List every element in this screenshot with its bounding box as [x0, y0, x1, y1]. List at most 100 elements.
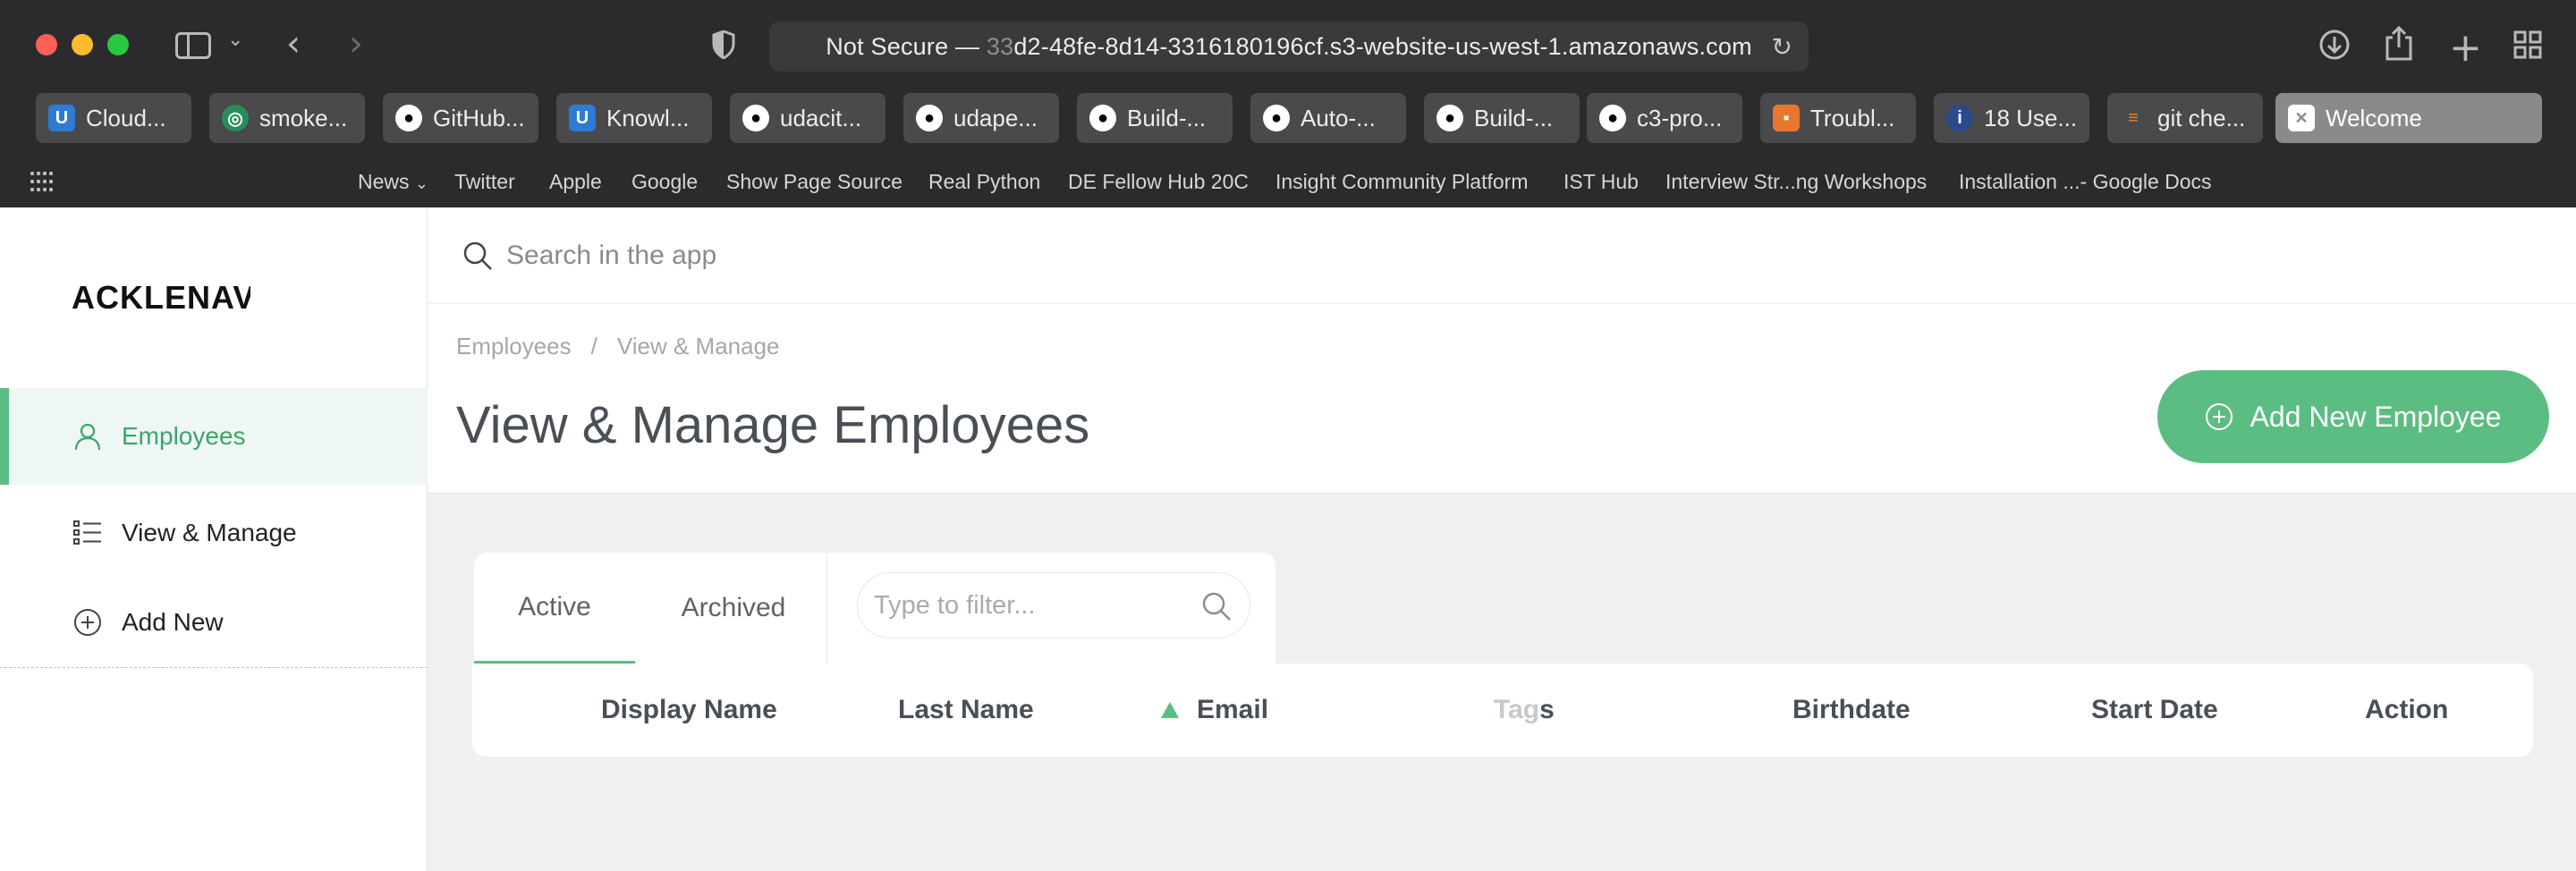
browser-tab[interactable]: ● Build-... — [1424, 93, 1580, 143]
plus-circle-icon — [73, 608, 102, 637]
tab-label: smoke... — [259, 104, 348, 131]
browser-tab[interactable]: ▪ Troubl... — [1760, 93, 1916, 143]
app-search-input[interactable] — [506, 240, 1222, 271]
filter-input[interactable] — [874, 590, 1169, 621]
sidebar-item-view-manage[interactable]: View & Manage — [0, 485, 428, 581]
browser-tab[interactable]: ● udacit... — [730, 93, 886, 143]
column-display-name[interactable]: Display Name — [601, 664, 777, 757]
not-secure-label: Not Secure — — [826, 32, 987, 60]
employee-status-tabs: Active Archived — [474, 553, 1275, 664]
tab-label: udape... — [953, 104, 1038, 131]
breadcrumb-current: View & Manage — [616, 333, 780, 359]
browser-tab[interactable]: ≡ git che... — [2107, 93, 2263, 143]
list-icon — [73, 519, 102, 547]
github-icon: ● — [742, 105, 769, 131]
sidebar-item-add-new[interactable]: Add New — [0, 574, 428, 671]
share-icon[interactable] — [2385, 25, 2413, 61]
reload-icon[interactable]: ↻ — [1772, 32, 1792, 62]
back-icon[interactable]: ‹ — [286, 23, 301, 64]
bookmark-show-page-source[interactable]: Show Page Source — [726, 170, 902, 194]
page-header: Employees / View & Manage View & Manage Em… — [428, 304, 2576, 494]
smoke-icon: ◎ — [222, 105, 249, 131]
tab-label: udacit... — [780, 104, 862, 131]
browser-tab[interactable]: ● udape... — [903, 93, 1059, 143]
column-start-date[interactable]: Start Date — [2091, 664, 2218, 757]
forward-icon[interactable]: › — [349, 23, 363, 64]
add-new-employee-button[interactable]: Add New Employee — [2157, 370, 2549, 463]
close-window-button[interactable] — [36, 34, 57, 55]
sidebar-item-employees[interactable]: Employees — [0, 388, 428, 485]
sort-ascending-icon — [1161, 702, 1179, 718]
github-icon: ● — [916, 105, 943, 131]
app-root: ACKLENAV Employees View & Manage Add New — [0, 207, 2576, 871]
github-icon: ● — [1089, 105, 1116, 131]
breadcrumb-separator: / — [590, 333, 597, 359]
search-icon — [462, 240, 494, 272]
tab-overview-icon[interactable] — [2513, 30, 2542, 59]
browser-tab[interactable]: ● Build-... — [1077, 93, 1233, 143]
employees-table-header: Display Name Last Name Email Tag s Birthd… — [472, 664, 2533, 757]
browser-tab[interactable]: ◎ smoke... — [209, 93, 365, 143]
tab-label: Auto-... — [1301, 104, 1376, 131]
company-logo[interactable]: ACKLENAV — [72, 279, 250, 317]
privacy-shield-icon[interactable] — [712, 30, 735, 59]
udacity-icon: U — [48, 105, 75, 131]
tab-label: 18 Use... — [1984, 104, 2078, 131]
bookmark-news[interactable]: News ⌄ — [358, 170, 428, 194]
github-icon: ● — [1263, 105, 1290, 131]
sidebar-divider — [0, 667, 428, 668]
bookmark-insight-community[interactable]: Insight Community Platform — [1275, 170, 1528, 194]
tab-label: Build-... — [1127, 104, 1207, 131]
minimize-window-button[interactable] — [72, 34, 93, 55]
page-title: View & Manage Employees — [456, 396, 1090, 454]
tab-archived[interactable]: Archived — [653, 553, 814, 664]
github-icon: ● — [1436, 105, 1463, 131]
tab-label: Build-... — [1474, 104, 1554, 131]
browser-tab[interactable]: U Cloud... — [36, 93, 191, 143]
apps-grid-icon[interactable] — [30, 172, 53, 193]
bookmark-real-python[interactable]: Real Python — [928, 170, 1040, 194]
bookmark-twitter[interactable]: Twitter — [454, 170, 515, 194]
browser-tab[interactable]: ● c3-pro... — [1587, 93, 1742, 143]
tab-label: GitHub... — [433, 104, 525, 131]
browser-tab[interactable]: ● Auto-... — [1250, 93, 1406, 143]
column-tags-faded: Tag — [1494, 695, 1540, 724]
bookmark-installation-docs[interactable]: Installation ...- Google Docs — [1959, 170, 2212, 194]
column-tags[interactable]: Tag s — [1494, 664, 1555, 757]
browser-tab[interactable]: ● GitHub... — [383, 93, 538, 143]
browser-tab[interactable]: i 18 Use... — [1934, 93, 2089, 143]
column-email-label: Email — [1197, 695, 1269, 724]
browser-tab[interactable]: U Knowl... — [556, 93, 712, 143]
bookmark-google[interactable]: Google — [631, 170, 698, 194]
browser-tab-active[interactable]: ✕ Welcome — [2275, 93, 2542, 143]
downloads-icon[interactable] — [2318, 29, 2351, 61]
filter-field — [857, 572, 1250, 638]
bookmark-ist-hub[interactable]: IST Hub — [1563, 170, 1639, 194]
column-last-name[interactable]: Last Name — [898, 664, 1034, 757]
tab-label: Cloud... — [86, 104, 166, 131]
new-tab-icon[interactable]: + — [2449, 25, 2482, 71]
column-birthdate[interactable]: Birthdate — [1792, 664, 1911, 757]
sidebar: ACKLENAV Employees View & Manage Add New — [0, 207, 428, 871]
tab-label: Knowl... — [606, 104, 690, 131]
chevron-down-icon[interactable]: ⌄ — [227, 29, 243, 51]
tab-active[interactable]: Active — [474, 553, 635, 664]
breadcrumb-employees[interactable]: Employees — [456, 333, 572, 359]
zoom-window-button[interactable] — [107, 34, 129, 55]
bookmark-apple[interactable]: Apple — [549, 170, 602, 194]
address-bar[interactable]: Not Secure — 33d2-48fe-8d14-3316180196cf… — [769, 21, 1809, 72]
close-icon[interactable]: ✕ — [2288, 105, 2315, 131]
bookmark-interview-workshops[interactable]: Interview Str...ng Workshops — [1665, 170, 1927, 194]
column-email[interactable]: Email — [1161, 664, 1268, 757]
search-icon[interactable] — [1199, 589, 1233, 623]
bookmark-de-fellow-hub[interactable]: DE Fellow Hub 20C — [1068, 170, 1249, 194]
browser-chrome: ⌄ ‹ › Not Secure — 33d2-48fe-8d14-331618… — [0, 0, 2576, 207]
add-new-employee-label: Add New Employee — [2250, 400, 2502, 433]
tab-label: Troubl... — [1810, 104, 1895, 131]
bookmarks-bar: News ⌄ Twitter Apple Google Show Page So… — [0, 165, 2576, 200]
sidebar-item-label: Employees — [122, 422, 246, 450]
sidebar-toggle-icon[interactable] — [175, 32, 211, 59]
url-rest: d2-48fe-8d14-3316180196cf.s3-website-us-… — [1013, 32, 1752, 60]
tab-label: c3-pro... — [1637, 104, 1723, 131]
column-tags-end: s — [1539, 695, 1555, 724]
